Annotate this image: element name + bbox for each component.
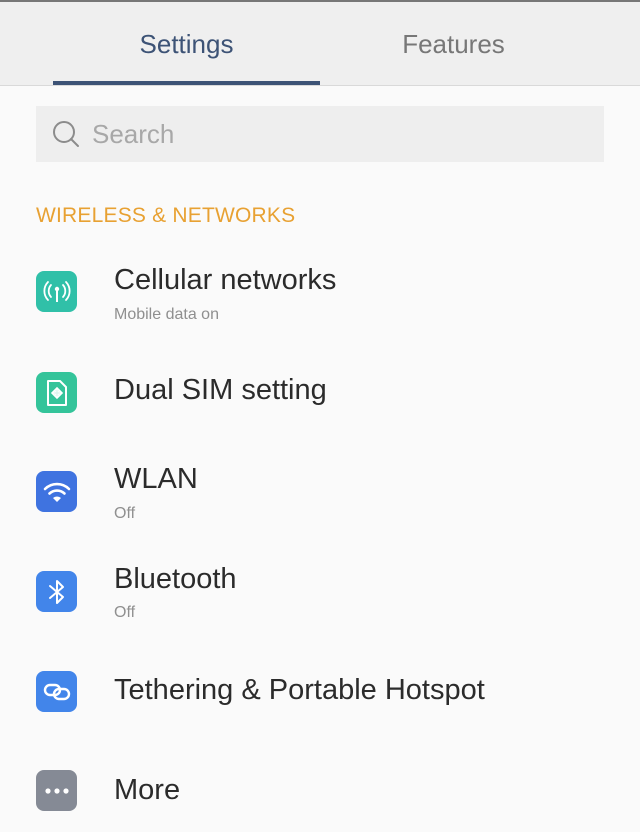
settings-item-more[interactable]: More [0,760,640,830]
item-title: More [114,774,181,806]
bluetooth-icon [36,571,77,612]
wifi-icon [36,471,77,512]
item-subtitle: Mobile data on [114,306,219,323]
item-title: Dual SIM setting [114,374,327,406]
tab-features[interactable]: Features [320,2,587,86]
more-dots-icon [36,770,77,811]
settings-item-wlan[interactable]: WLAN Off [0,460,640,540]
tab-settings[interactable]: Settings [53,2,320,86]
active-tab-indicator [53,81,320,85]
section-header-wireless-networks: WIRELESS & NETWORKS [36,204,296,227]
item-title: Tethering & Portable Hotspot [114,674,485,706]
settings-item-tethering-hotspot[interactable]: Tethering & Portable Hotspot [0,660,640,730]
sim-card-icon [36,372,77,413]
settings-item-cellular-networks[interactable]: Cellular networks Mobile data on [0,258,640,338]
top-tab-bar: Settings Features [0,0,640,86]
search-input[interactable] [90,117,574,151]
settings-item-bluetooth[interactable]: Bluetooth Off [0,560,640,640]
item-subtitle: Off [114,505,136,522]
item-subtitle: Off [114,604,136,621]
link-icon [36,671,77,712]
item-title: Bluetooth [114,563,237,595]
cellular-antenna-icon [36,271,77,312]
search-bar[interactable] [36,106,604,162]
item-title: Cellular networks [114,264,337,296]
search-icon [53,121,79,147]
settings-item-dual-sim[interactable]: Dual SIM setting [0,360,640,430]
item-title: WLAN [114,463,198,495]
